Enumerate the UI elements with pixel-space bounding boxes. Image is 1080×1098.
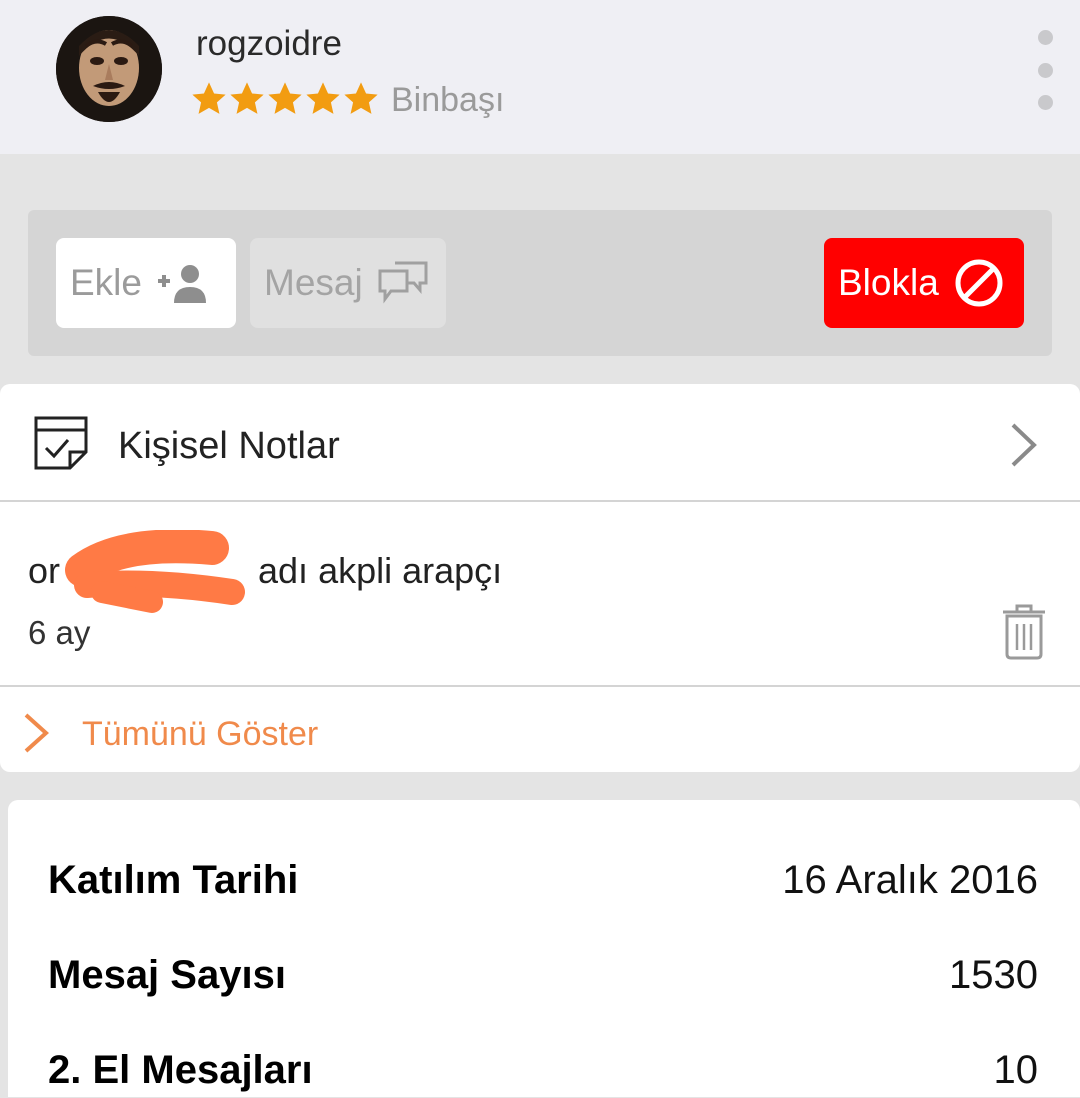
stat-value: 10 — [993, 1048, 1039, 1092]
star-icon — [192, 82, 226, 114]
add-user-icon — [157, 265, 206, 303]
trash-icon[interactable] — [1000, 602, 1048, 660]
personal-notes-header[interactable]: Kişisel Notlar — [0, 384, 1080, 502]
stat-row-message-count: Mesaj Sayısı 1530 — [8, 953, 1080, 1003]
note-item[interactable]: or adı akpli arapçı 6 ay — [0, 504, 1080, 687]
chevron-right-icon — [24, 713, 49, 753]
show-all-button[interactable]: Tümünü Göster — [0, 688, 1080, 772]
avatar[interactable] — [56, 16, 162, 122]
block-label: Blokla — [838, 262, 939, 303]
stat-value: 1530 — [949, 953, 1038, 997]
personal-notes-title: Kişisel Notlar — [118, 425, 340, 467]
rank-stars — [190, 76, 380, 122]
note-age: 6 ay — [28, 614, 91, 651]
rank-label: Binbaşı — [391, 81, 505, 119]
add-friend-label: Ekle — [70, 262, 142, 303]
message-label: Mesaj — [264, 262, 363, 303]
show-all-label: Tümünü Göster — [82, 715, 319, 753]
profile-actions: Ekle Mesaj Blokla — [28, 210, 1052, 356]
chevron-right-icon[interactable] — [1008, 422, 1038, 468]
stat-label: 2. El Mesajları — [48, 1048, 313, 1092]
redaction-scribble — [65, 530, 245, 613]
add-friend-button[interactable]: Ekle — [56, 238, 236, 328]
note-check-icon — [34, 416, 88, 470]
message-button[interactable]: Mesaj — [250, 238, 446, 328]
username: rogzoidre — [196, 24, 342, 63]
block-icon — [955, 259, 1003, 307]
star-icon — [344, 82, 378, 114]
star-icon — [306, 82, 340, 114]
more-options-icon[interactable] — [1030, 30, 1060, 110]
chat-bubbles-icon — [378, 261, 428, 304]
personal-notes-card: Kişisel Notlar or adı akpli arapçı 6 ay T… — [0, 384, 1080, 772]
stat-row-join-date: Katılım Tarihi 16 Aralık 2016 — [8, 858, 1080, 908]
stat-label: Mesaj Sayısı — [48, 953, 286, 997]
stat-row-second-hand-messages: 2. El Mesajları 10 — [8, 1048, 1080, 1098]
block-button[interactable]: Blokla — [824, 238, 1024, 328]
profile-stats-card: Katılım Tarihi 16 Aralık 2016 Mesaj Sayı… — [8, 800, 1080, 1097]
profile-header: rogzoidre Binbaşı — [0, 0, 1080, 154]
stat-label: Katılım Tarihi — [48, 858, 299, 902]
stat-value: 16 Aralık 2016 — [782, 858, 1038, 902]
star-icon — [230, 82, 264, 114]
star-icon — [268, 82, 302, 114]
